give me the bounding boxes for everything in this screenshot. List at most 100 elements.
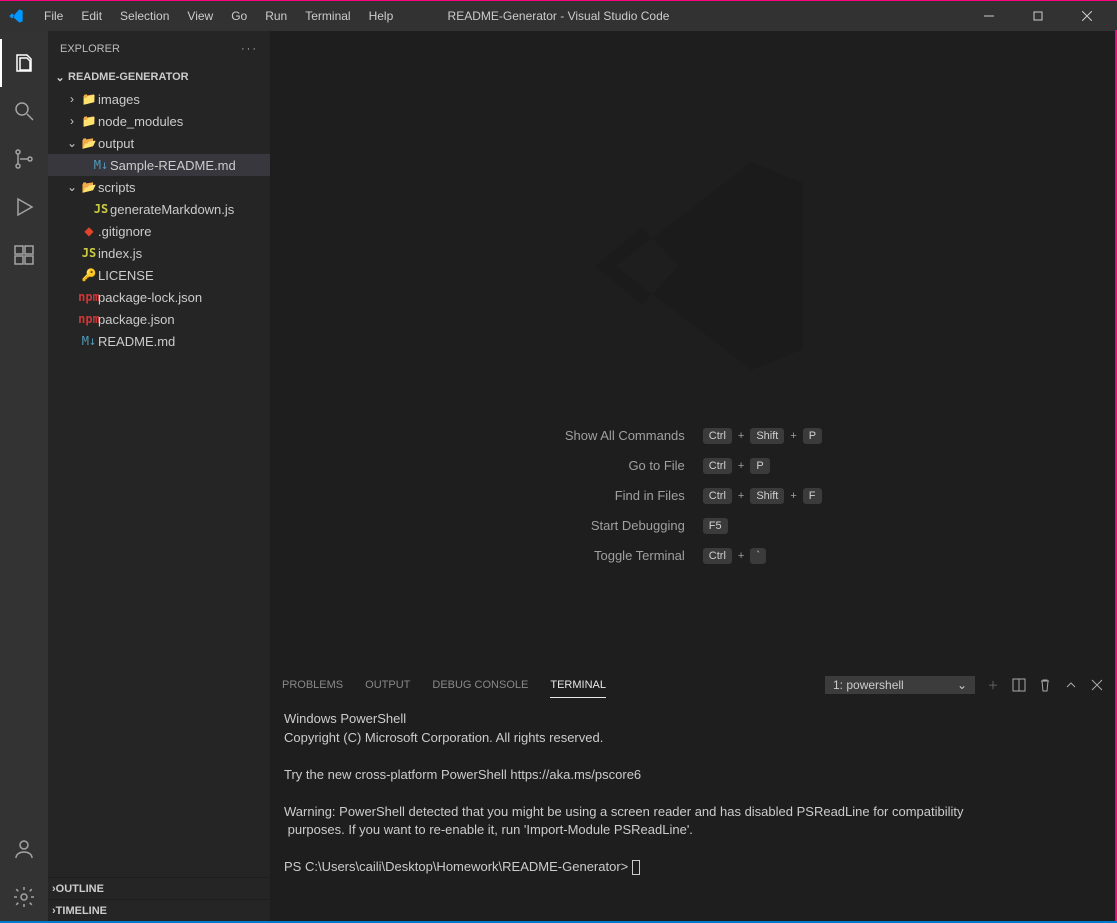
tree-item-label: node_modules xyxy=(98,114,183,129)
chevron-down-icon: ⌄ xyxy=(957,678,967,692)
folder-icon: 📁 xyxy=(80,114,98,128)
new-terminal-icon[interactable]: ＋ xyxy=(985,677,1001,693)
tree-item-label: generateMarkdown.js xyxy=(110,202,234,217)
project-name: README-GENERATOR xyxy=(68,71,189,83)
maximize-button[interactable] xyxy=(1015,1,1060,31)
tree-item-label: Sample-README.md xyxy=(110,158,236,173)
activity-extensions[interactable] xyxy=(0,231,48,279)
tree-item-label: output xyxy=(98,136,134,151)
file-item[interactable]: npmpackage-lock.json xyxy=(48,286,270,308)
terminal-select[interactable]: 1: powershell ⌄ xyxy=(825,676,975,694)
shortcut-keys: Ctrl+` xyxy=(703,548,822,564)
shortcut-list: Show All CommandsCtrl+Shift+PGo to FileC… xyxy=(565,428,822,564)
shortcut-label: Toggle Terminal xyxy=(565,548,685,563)
split-terminal-icon[interactable] xyxy=(1011,677,1027,693)
editor-empty-state: Show All CommandsCtrl+Shift+PGo to FileC… xyxy=(270,31,1117,668)
panel-tab-problems[interactable]: PROBLEMS xyxy=(282,673,343,698)
maximize-panel-icon[interactable] xyxy=(1063,677,1079,693)
folder-icon: 📂 xyxy=(80,136,98,150)
shortcut-keys: Ctrl + Shift + F xyxy=(703,488,822,504)
chevron-down-icon: ⌄ xyxy=(64,136,80,150)
chevron-down-icon: ⌄ xyxy=(64,180,80,194)
file-item[interactable]: M↓README.md xyxy=(48,330,270,352)
panel-tab-terminal[interactable]: TERMINAL xyxy=(550,673,606,698)
more-icon[interactable]: ··· xyxy=(241,43,258,55)
shortcut-label: Start Debugging xyxy=(565,518,685,533)
outline-section[interactable]: › OUTLINE xyxy=(48,877,270,899)
menu-bar: FileEditSelectionViewGoRunTerminalHelp xyxy=(36,5,401,27)
kbd-key: Shift xyxy=(750,488,784,504)
tree-item-label: LICENSE xyxy=(98,268,154,283)
menu-item-help[interactable]: Help xyxy=(361,5,402,27)
file-item[interactable]: JSgenerateMarkdown.js xyxy=(48,198,270,220)
tree-item-label: images xyxy=(98,92,140,107)
menu-item-terminal[interactable]: Terminal xyxy=(297,5,358,27)
folder-item[interactable]: ›📁images xyxy=(48,88,270,110)
shortcut-label: Go to File xyxy=(565,458,685,473)
title-bar: FileEditSelectionViewGoRunTerminalHelp R… xyxy=(0,1,1117,31)
tree-item-label: index.js xyxy=(98,246,142,261)
vscode-logo-icon xyxy=(8,8,24,24)
file-item[interactable]: ◆.gitignore xyxy=(48,220,270,242)
plus-icon: + xyxy=(790,490,796,502)
folder-icon: 📂 xyxy=(80,180,98,194)
activity-settings[interactable] xyxy=(0,873,48,921)
minimize-button[interactable] xyxy=(966,1,1011,31)
menu-item-run[interactable]: Run xyxy=(257,5,295,27)
kill-terminal-icon[interactable] xyxy=(1037,677,1053,693)
terminal-cursor xyxy=(632,860,640,875)
kbd-key: P xyxy=(803,428,822,444)
sidebar: EXPLORER ··· ⌄ README-GENERATOR ›📁images… xyxy=(48,31,270,921)
close-button[interactable] xyxy=(1064,1,1109,31)
menu-item-edit[interactable]: Edit xyxy=(73,5,110,27)
timeline-label: TIMELINE xyxy=(56,905,107,917)
plus-icon: + xyxy=(738,490,744,502)
menu-item-go[interactable]: Go xyxy=(223,5,255,27)
plus-icon: + xyxy=(790,430,796,442)
file-tree: ›📁images›📁node_modules⌄📂outputM↓Sample-R… xyxy=(48,88,270,877)
outline-label: OUTLINE xyxy=(56,883,104,895)
tree-item-label: .gitignore xyxy=(98,224,151,239)
activity-source-control[interactable] xyxy=(0,135,48,183)
project-header[interactable]: ⌄ README-GENERATOR xyxy=(48,66,270,88)
activity-run-debug[interactable] xyxy=(0,183,48,231)
kbd-key: Ctrl xyxy=(703,548,732,564)
activity-explorer[interactable] xyxy=(0,39,48,87)
panel-tabs: PROBLEMS OUTPUT DEBUG CONSOLE TERMINAL 1: p… xyxy=(270,669,1117,702)
kbd-key: F5 xyxy=(703,518,728,534)
folder-item[interactable]: ›📁node_modules xyxy=(48,110,270,132)
menu-item-view[interactable]: View xyxy=(179,5,221,27)
panel-tab-debug-console[interactable]: DEBUG CONSOLE xyxy=(432,673,528,698)
kbd-key: P xyxy=(750,458,769,474)
sidebar-header: EXPLORER ··· xyxy=(48,31,270,66)
menu-item-selection[interactable]: Selection xyxy=(112,5,177,27)
folder-item[interactable]: ⌄📂scripts xyxy=(48,176,270,198)
shortcut-keys: Ctrl+Shift+P xyxy=(703,428,822,444)
activity-bar xyxy=(0,31,48,921)
bottom-panel: PROBLEMS OUTPUT DEBUG CONSOLE TERMINAL 1: p… xyxy=(270,668,1117,921)
editor-column: Show All CommandsCtrl+Shift+PGo to FileC… xyxy=(270,31,1117,921)
timeline-section[interactable]: › TIMELINE xyxy=(48,899,270,921)
vscode-watermark-icon xyxy=(564,136,824,396)
plus-icon: + xyxy=(738,550,744,562)
folder-item[interactable]: ⌄📂output xyxy=(48,132,270,154)
kbd-key: F xyxy=(803,488,822,504)
menu-item-file[interactable]: File xyxy=(36,5,71,27)
activity-search[interactable] xyxy=(0,87,48,135)
file-item[interactable]: 🔑LICENSE xyxy=(48,264,270,286)
tree-item-label: scripts xyxy=(98,180,136,195)
terminal-output[interactable]: Windows PowerShell Copyright (C) Microso… xyxy=(270,702,1117,921)
chevron-right-icon: › xyxy=(64,92,80,106)
file-item[interactable]: JSindex.js xyxy=(48,242,270,264)
panel-tab-output[interactable]: OUTPUT xyxy=(365,673,410,698)
close-panel-icon[interactable] xyxy=(1089,677,1105,693)
tree-item-label: package-lock.json xyxy=(98,290,202,305)
activity-account[interactable] xyxy=(0,825,48,873)
file-item[interactable]: M↓Sample-README.md xyxy=(48,154,270,176)
plus-icon: + xyxy=(738,460,744,472)
file-item[interactable]: npmpackage.json xyxy=(48,308,270,330)
chevron-right-icon: › xyxy=(64,114,80,128)
plus-icon: + xyxy=(738,430,744,442)
tree-item-label: package.json xyxy=(98,312,175,327)
kbd-key: Ctrl xyxy=(703,488,732,504)
